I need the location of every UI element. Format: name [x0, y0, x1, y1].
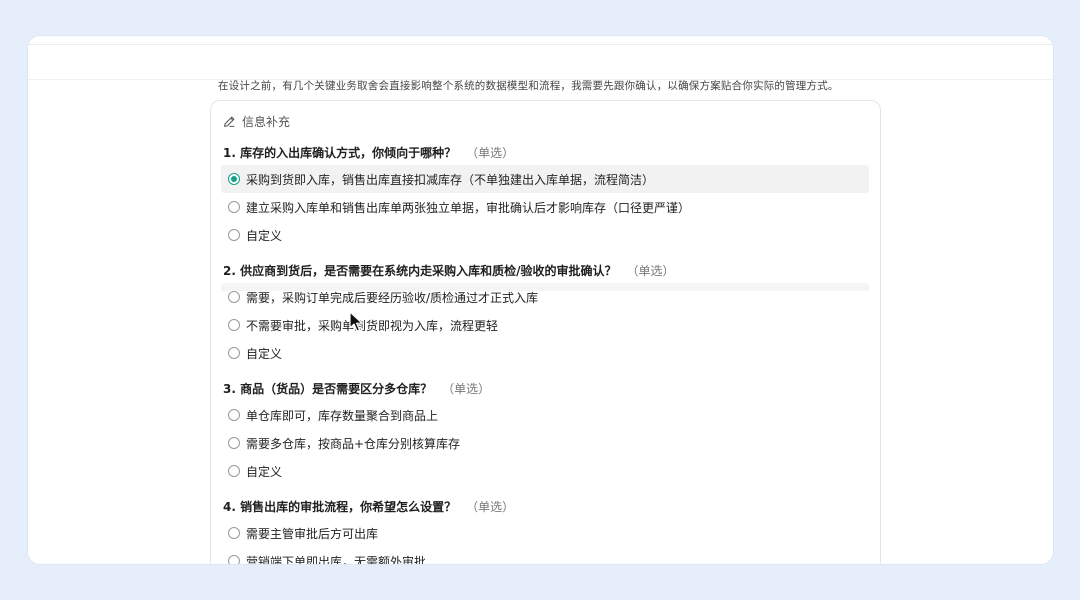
option-label: 自定义 — [246, 346, 283, 361]
question-text: 1. 库存的入出库确认方式，你倾向于哪种？ — [223, 146, 457, 160]
q1-option-2[interactable]: 建立采购入库单和销售出库单两张独立单据，审批确认后才影响库存（口径更严谨） — [221, 193, 869, 221]
option-label: 不需要审批，采购单到货即视为入库，流程更轻 — [246, 318, 499, 333]
pencil-icon — [223, 115, 236, 128]
question-3-title: 3. 商品（货品）是否需要区分多仓库？ （单选） — [223, 380, 490, 397]
window-top-bar — [28, 36, 1053, 45]
option-label: 建立采购入库单和销售出库单两张独立单据，审批确认后才影响库存（口径更严谨） — [246, 200, 691, 215]
single-choice-tag: （单选） — [626, 264, 675, 278]
q3-option-1[interactable]: 单仓库即可，库存数量聚合到商品上 — [221, 401, 869, 429]
single-choice-tag: （单选） — [466, 146, 515, 160]
question-1-title: 1. 库存的入出库确认方式，你倾向于哪种？ （单选） — [223, 144, 514, 161]
mouse-cursor-icon — [349, 311, 363, 332]
app-window: 在设计之前，有几个关键业务取舍会直接影响整个系统的数据模型和流程，我需要先跟你确… — [28, 36, 1053, 564]
question-text: 2. 供应商到货后，是否需要在系统内走采购入库和质检/验收的审批确认？ — [223, 264, 617, 278]
q4-option-2[interactable]: 营销端下单即出库，无需额外审批 — [221, 547, 869, 564]
option-label: 需要主管审批后方可出库 — [246, 526, 379, 541]
option-label: 需要，采购订单完成后要经历验收/质检通过才正式入库 — [246, 290, 539, 305]
radio-icon[interactable] — [228, 291, 240, 303]
radio-icon[interactable] — [228, 555, 240, 564]
question-text: 4. 销售出库的审批流程，你希望怎么设置？ — [223, 500, 457, 514]
card-header: 信息补充 — [223, 113, 290, 130]
single-choice-tag: （单选） — [442, 382, 491, 396]
question-text: 3. 商品（货品）是否需要区分多仓库？ — [223, 382, 433, 396]
intro-text: 在设计之前，有几个关键业务取舍会直接影响整个系统的数据模型和流程，我需要先跟你确… — [218, 80, 839, 92]
option-label: 营销端下单即出库，无需额外审批 — [246, 554, 427, 565]
card-title: 信息补充 — [242, 115, 291, 129]
radio-icon[interactable] — [228, 437, 240, 449]
q3-option-custom[interactable]: 自定义 — [221, 457, 869, 485]
radio-icon[interactable] — [228, 527, 240, 539]
radio-icon[interactable] — [228, 229, 240, 241]
option-label: 采购到货即入库，销售出库直接扣减库存（不单独建出入库单据，流程简洁） — [246, 172, 655, 187]
q1-option-custom[interactable]: 自定义 — [221, 221, 869, 249]
radio-icon[interactable] — [228, 347, 240, 359]
q2-option-custom[interactable]: 自定义 — [221, 339, 869, 367]
info-supplement-card: 信息补充 1. 库存的入出库确认方式，你倾向于哪种？ （单选） 采购到货即入库，销… — [210, 100, 881, 564]
option-label: 单仓库即可，库存数量聚合到商品上 — [246, 408, 439, 423]
single-choice-tag: （单选） — [466, 500, 515, 514]
q2-option-2[interactable]: 不需要审批，采购单到货即视为入库，流程更轻 — [221, 311, 869, 339]
radio-icon[interactable] — [228, 201, 240, 213]
question-4-title: 4. 销售出库的审批流程，你希望怎么设置？ （单选） — [223, 498, 514, 515]
q3-option-2[interactable]: 需要多仓库，按商品+仓库分别核算库存 — [221, 429, 869, 457]
q2-option-1[interactable]: 需要，采购订单完成后要经历验收/质检通过才正式入库 — [221, 283, 869, 311]
radio-icon[interactable] — [228, 319, 240, 331]
question-2-title: 2. 供应商到货后，是否需要在系统内走采购入库和质检/验收的审批确认？ （单选） — [223, 262, 675, 279]
radio-icon[interactable] — [228, 409, 240, 421]
option-label: 自定义 — [246, 228, 283, 243]
option-label: 自定义 — [246, 464, 283, 479]
option-label: 需要多仓库，按商品+仓库分别核算库存 — [246, 436, 461, 451]
radio-icon[interactable] — [228, 465, 240, 477]
q4-option-1[interactable]: 需要主管审批后方可出库 — [221, 519, 869, 547]
radio-checked-icon[interactable] — [228, 173, 240, 185]
q1-option-1[interactable]: 采购到货即入库，销售出库直接扣减库存（不单独建出入库单据，流程简洁） — [221, 165, 869, 193]
